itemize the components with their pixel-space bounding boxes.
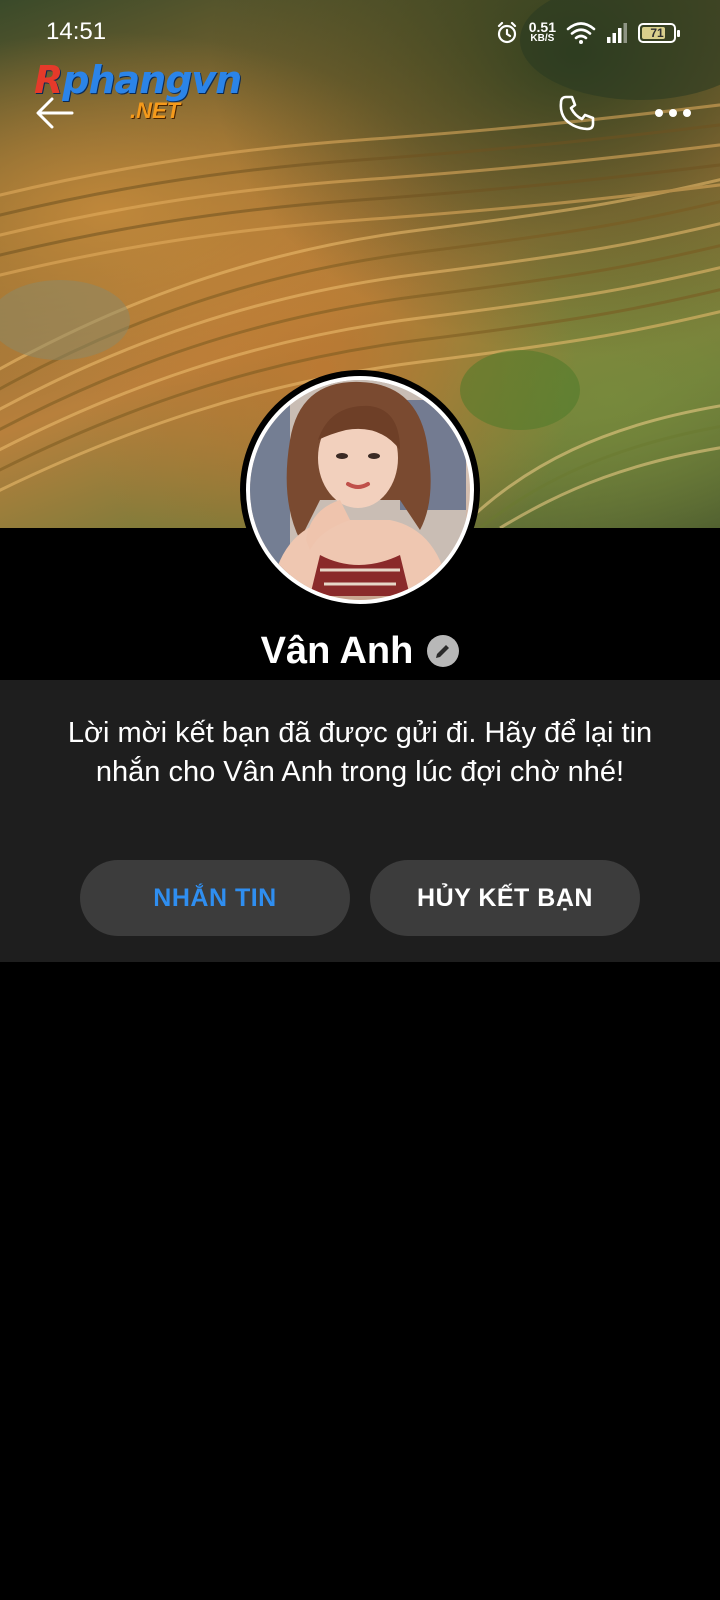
more-dots-icon xyxy=(655,109,691,117)
back-button[interactable] xyxy=(30,88,80,138)
cancel-friend-request-button[interactable]: HỦY KẾT BẠN xyxy=(370,860,640,936)
more-options-button[interactable] xyxy=(646,88,700,138)
network-speed: 0.51 KB/S xyxy=(528,19,556,44)
friend-request-panel: Lời mời kết bạn đã được gửi đi. Hãy để l… xyxy=(0,680,720,962)
send-message-button[interactable]: NHẮN TIN xyxy=(80,860,350,936)
back-arrow-icon xyxy=(36,97,74,129)
friend-request-message: Lời mời kết bạn đã được gửi đi. Hãy để l… xyxy=(67,717,653,788)
alarm-icon xyxy=(497,21,516,44)
watermark-brand-rest: phangvn xyxy=(62,58,242,102)
network-speed-value: 0.51 xyxy=(528,19,556,35)
status-icons: 0.51 KB/S 71 xyxy=(495,16,680,50)
signal-icon xyxy=(607,23,627,43)
avatar-photo xyxy=(250,380,470,600)
network-speed-unit: KB/S xyxy=(530,33,555,44)
phone-icon xyxy=(559,95,595,131)
battery-indicator: 71 xyxy=(638,23,680,43)
status-bar: 14:51 0.51 KB/S 71 xyxy=(0,0,720,64)
profile-avatar[interactable] xyxy=(240,370,480,610)
edit-nickname-button[interactable] xyxy=(427,635,460,667)
profile-name: Vân Anh xyxy=(260,629,414,672)
watermark-tld: .NET xyxy=(130,98,181,123)
status-time: 14:51 xyxy=(46,18,107,45)
call-button[interactable] xyxy=(552,88,602,138)
avatar-portrait-image xyxy=(250,380,470,596)
pencil-icon xyxy=(436,645,450,658)
wifi-icon xyxy=(566,22,596,44)
battery-level: 71 xyxy=(650,26,664,40)
profile-name-row: Vân Anh xyxy=(0,622,720,680)
